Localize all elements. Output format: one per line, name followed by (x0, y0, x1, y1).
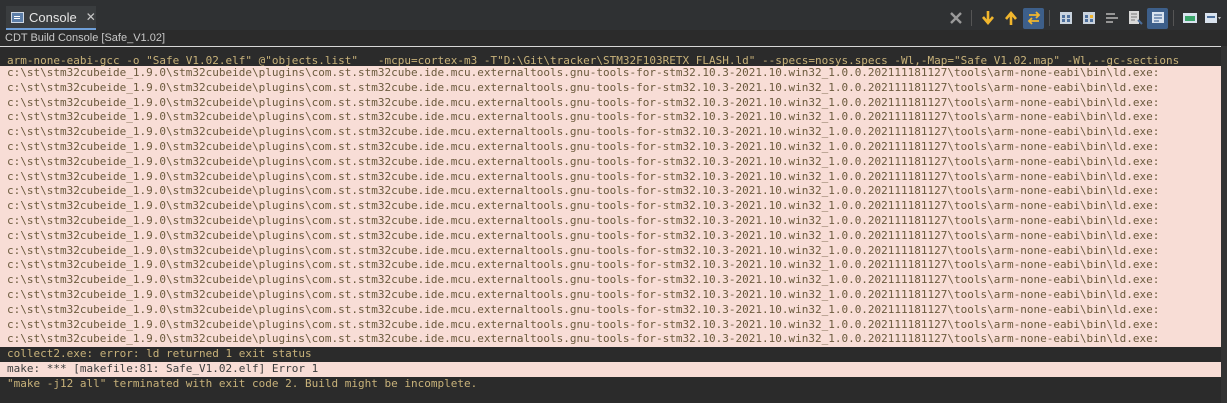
word-wrap-icon[interactable] (1101, 8, 1122, 29)
console-line: c:\st\stm32cubeide_1.9.0\stm32cubeide\pl… (0, 125, 1221, 140)
vertical-scrollbar[interactable] (1221, 46, 1227, 403)
console-line: c:\st\stm32cubeide_1.9.0\stm32cubeide\pl… (0, 213, 1221, 229)
console-output[interactable]: arm-none-eabi-gcc -o "Safe_V1.02.elf" @"… (0, 46, 1221, 403)
make-error-line: make: *** [makefile:81: Safe_V1.02.elf] … (0, 361, 1221, 377)
toolbar-separator (1049, 10, 1050, 26)
scroll-lock-icon[interactable] (1023, 7, 1044, 29)
build-terminated-line: "make -j12 all" terminated with exit cod… (0, 376, 1221, 392)
next-error-icon[interactable] (977, 8, 998, 29)
console-toolbar (945, 7, 1223, 29)
console-line: c:\st\stm32cubeide_1.9.0\stm32cubeide\pl… (0, 302, 1221, 318)
console-line: c:\st\stm32cubeide_1.9.0\stm32cubeide\pl… (0, 139, 1221, 155)
clear-console-icon[interactable] (945, 8, 966, 29)
toolbar-separator (971, 10, 972, 26)
console-line: c:\st\stm32cubeide_1.9.0\stm32cubeide\pl… (0, 258, 1221, 274)
console-line: c:\st\stm32cubeide_1.9.0\stm32cubeide\pl… (0, 317, 1221, 333)
toolbar-separator (1173, 10, 1174, 26)
show-on-output-icon[interactable] (1124, 8, 1145, 29)
collect2-error-line: collect2.exe: error: ld returned 1 exit … (0, 347, 1221, 362)
console-line: c:\st\stm32cubeide_1.9.0\stm32cubeide\pl… (0, 154, 1221, 170)
console-line: c:\st\stm32cubeide_1.9.0\stm32cubeide\pl… (0, 199, 1221, 214)
console-line: c:\st\stm32cubeide_1.9.0\stm32cubeide\pl… (0, 184, 1221, 200)
open-console-icon[interactable] (1202, 8, 1223, 29)
open-build-log-icon[interactable] (1078, 8, 1099, 29)
console-line: c:\st\stm32cubeide_1.9.0\stm32cubeide\pl… (0, 66, 1221, 81)
console-title: CDT Build Console [Safe_V1.02] (0, 30, 1227, 46)
console-line: c:\st\stm32cubeide_1.9.0\stm32cubeide\pl… (0, 169, 1221, 185)
copy-build-log-icon[interactable] (1055, 8, 1076, 29)
close-icon[interactable]: ✕ (86, 10, 96, 24)
previous-error-icon[interactable] (1000, 8, 1021, 29)
display-selected-console-icon[interactable] (1179, 8, 1200, 29)
console-line: c:\st\stm32cubeide_1.9.0\stm32cubeide\pl… (0, 110, 1221, 126)
console-line: c:\st\stm32cubeide_1.9.0\stm32cubeide\pl… (0, 80, 1221, 96)
console-line: c:\st\stm32cubeide_1.9.0\stm32cubeide\pl… (0, 95, 1221, 111)
console-icon (11, 11, 24, 23)
console-line: c:\st\stm32cubeide_1.9.0\stm32cubeide\pl… (0, 243, 1221, 259)
console-line: c:\st\stm32cubeide_1.9.0\stm32cubeide\pl… (0, 287, 1221, 303)
tab-console[interactable]: Console ✕ (6, 6, 96, 30)
console-line: c:\st\stm32cubeide_1.9.0\stm32cubeide\pl… (0, 273, 1221, 288)
tab-console-label: Console (29, 9, 77, 25)
command-line: arm-none-eabi-gcc -o "Safe_V1.02.elf" @"… (0, 46, 1221, 66)
console-line: c:\st\stm32cubeide_1.9.0\stm32cubeide\pl… (0, 332, 1221, 348)
pin-console-icon[interactable] (1147, 7, 1168, 29)
console-line: c:\st\stm32cubeide_1.9.0\stm32cubeide\pl… (0, 228, 1221, 244)
